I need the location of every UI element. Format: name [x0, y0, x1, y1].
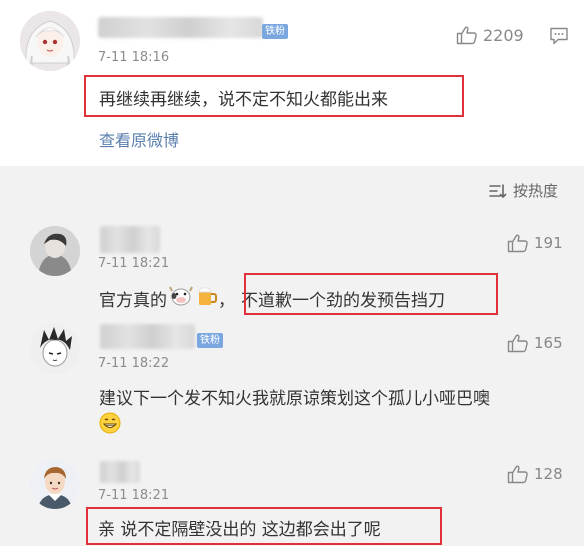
- like-button[interactable]: 165: [507, 333, 563, 353]
- fan-badge: 铁粉: [197, 333, 223, 348]
- thumbs-up-icon: [507, 334, 528, 353]
- username-blurred[interactable]: [100, 324, 195, 349]
- avatar[interactable]: [20, 11, 80, 71]
- thumbs-up-icon: [507, 234, 528, 253]
- fan-badge: 铁粉: [262, 24, 288, 39]
- avatar[interactable]: [30, 226, 80, 276]
- beer-mug-icon: [196, 285, 218, 312]
- sort-by-hot-button[interactable]: 按热度: [488, 180, 558, 201]
- view-original-link[interactable]: 查看原微博: [99, 127, 179, 151]
- like-button[interactable]: 2209: [456, 25, 524, 45]
- thumbs-up-icon: [507, 465, 528, 484]
- comment-time: 7-11 18:21: [98, 256, 170, 271]
- grinning-face-icon: [99, 412, 121, 434]
- like-count: 2209: [483, 25, 524, 45]
- comment-text-separator: ，: [218, 291, 235, 311]
- comment-text: 建议下一个发不知火我就原谅策划这个孤儿小哑巴噢: [99, 389, 490, 409]
- highlight-box: [84, 75, 464, 117]
- like-count: 191: [534, 234, 563, 252]
- username-blurred[interactable]: [100, 226, 160, 253]
- like-count: 128: [534, 465, 563, 483]
- username-blurred[interactable]: [100, 461, 140, 483]
- highlight-box: [86, 507, 442, 545]
- reply-icon[interactable]: [549, 26, 569, 46]
- avatar[interactable]: [30, 459, 80, 509]
- like-count: 165: [534, 334, 563, 352]
- comment-time: 7-11 18:22: [98, 356, 170, 371]
- like-button[interactable]: 191: [507, 233, 563, 253]
- username-blurred[interactable]: [98, 17, 263, 38]
- highlight-box: [244, 273, 498, 315]
- like-button[interactable]: 128: [507, 464, 563, 484]
- sort-icon: [489, 183, 507, 198]
- cow-face-icon: [169, 285, 193, 312]
- comment-time: 7-11 18:21: [98, 488, 170, 503]
- sort-label: 按热度: [513, 182, 559, 200]
- thumbs-up-icon: [456, 26, 477, 45]
- avatar[interactable]: [30, 324, 80, 374]
- comment-time: 7-11 18:16: [98, 50, 170, 65]
- comment-text-prefix: 官方真的: [99, 291, 167, 311]
